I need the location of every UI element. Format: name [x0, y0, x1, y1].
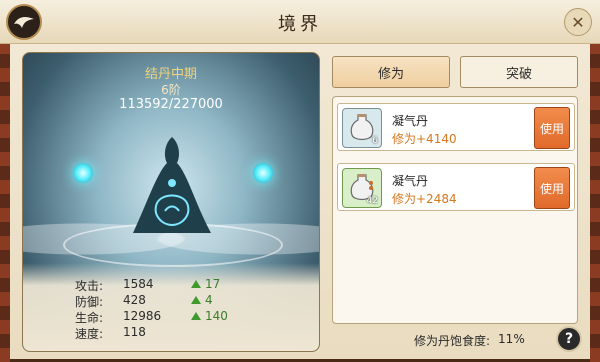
stat-row-attack: 攻击: 1584	[75, 277, 183, 293]
stat-increase-value: 4	[205, 293, 213, 307]
left-decor-strip	[0, 40, 10, 362]
item-name: 凝气丹	[392, 114, 429, 128]
stat-increase: 4	[191, 293, 213, 307]
stat-increase: 17	[191, 277, 220, 291]
realm-panel: 结丹中期 6阶 113592/227000 攻击: 1584 17 防御: 42…	[22, 52, 320, 352]
close-icon: ✕	[571, 12, 585, 32]
stat-row-hp: 生命: 12986	[75, 309, 183, 325]
tab-bar: 修为 突破	[332, 56, 578, 88]
item-effect: 修为+2484	[392, 192, 457, 206]
satiety-value: 11%	[498, 332, 525, 346]
item-icon: 42	[342, 168, 382, 208]
title-bar: 境界 ✕	[0, 0, 600, 44]
stat-row-defense: 防御: 428	[75, 293, 183, 309]
realm-name: 结丹中期	[144, 67, 197, 82]
realm-progress: 113592/227000	[119, 97, 223, 112]
stat-row-speed: 速度: 118	[75, 325, 183, 341]
item-list-panel: 6 凝气丹 修为+4140 使用 42 凝气丹 修为+2484 使用	[332, 96, 578, 324]
close-button[interactable]: ✕	[564, 8, 592, 36]
list-item: 6 凝气丹 修为+4140 使用	[337, 103, 575, 151]
item-count: 42	[366, 196, 378, 206]
stat-label: 速度:	[75, 327, 104, 341]
tab-breakthrough[interactable]: 突破	[460, 56, 578, 88]
item-count: 6	[372, 136, 378, 146]
up-arrow-icon	[191, 296, 201, 304]
stat-increase-value: 17	[205, 277, 221, 291]
item-effect: 修为+4140	[392, 132, 457, 146]
stat-increase: 140	[191, 309, 228, 323]
up-arrow-icon	[191, 312, 201, 320]
use-button[interactable]: 使用	[534, 107, 570, 149]
stat-label: 防御:	[75, 295, 104, 309]
spirit-orb-icon	[73, 163, 93, 183]
stat-increase-value: 140	[205, 309, 228, 323]
use-button[interactable]: 使用	[534, 167, 570, 209]
realm-step: 6阶	[161, 83, 181, 97]
stat-label: 攻击:	[75, 279, 104, 293]
stat-label: 生命:	[75, 311, 104, 325]
spirit-orb-icon	[253, 163, 273, 183]
page-title: 境界	[278, 14, 322, 35]
item-name: 凝气丹	[392, 174, 429, 188]
right-decor-strip	[590, 40, 600, 362]
stat-value: 12986	[123, 309, 162, 323]
stat-value: 1584	[123, 277, 154, 291]
satiety-label: 修为丹饱食度:	[414, 334, 491, 348]
item-icon: 6	[342, 108, 382, 148]
meditating-cultivator-figure	[133, 137, 211, 233]
list-item: 42 凝气丹 修为+2484 使用	[337, 163, 575, 211]
help-button[interactable]: ?	[556, 326, 582, 352]
satiety-indicator: 修为丹饱食度: 11%	[414, 332, 525, 349]
stat-value: 118	[123, 325, 146, 339]
up-arrow-icon	[191, 280, 201, 288]
stat-value: 428	[123, 293, 146, 307]
tab-cultivation[interactable]: 修为	[332, 56, 450, 88]
